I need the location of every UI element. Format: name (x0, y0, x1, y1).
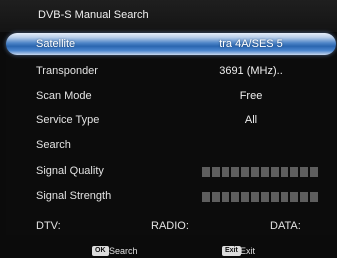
scan-mode-value[interactable]: Free (181, 90, 321, 102)
menu-header: DVB-S Manual Search (0, 0, 337, 32)
transponder-label: Transponder (36, 65, 98, 77)
satellite-label: Satellite (36, 38, 76, 50)
ok-key-icon: OK (92, 246, 109, 256)
signal-quality-label: Signal Quality (36, 165, 104, 177)
service-type-value[interactable]: All (181, 114, 321, 126)
scan-mode-row[interactable]: Scan Mode Free (6, 85, 336, 107)
settings-panel: Satellite tra 4A/SES 5 Transponder 3691 … (6, 33, 336, 235)
transponder-row[interactable]: Transponder 3691 (MHz).. (6, 60, 336, 82)
footer-hints: OK Search Exit Exit (0, 243, 337, 258)
ok-search-hint[interactable]: Search (109, 246, 138, 256)
satellite-value[interactable]: tra 4A/SES 5 (181, 38, 321, 50)
scan-mode-label: Scan Mode (36, 90, 92, 102)
exit-key-icon: Exit (222, 246, 241, 256)
signal-strength-row: Signal Strength (6, 185, 336, 207)
signal-quality-meter (202, 167, 318, 177)
dtv-count: DTV: (36, 220, 61, 232)
radio-count: RADIO: (151, 220, 189, 232)
signal-strength-meter (202, 192, 318, 202)
search-row[interactable]: Search (6, 134, 336, 156)
search-label[interactable]: Search (36, 139, 71, 151)
page-title: DVB-S Manual Search (38, 9, 149, 21)
satellite-row[interactable]: Satellite tra 4A/SES 5 (6, 33, 336, 55)
service-type-label: Service Type (36, 114, 100, 126)
signal-strength-label: Signal Strength (36, 190, 112, 202)
channel-counts: DTV: RADIO: DATA: (6, 218, 336, 236)
service-type-row[interactable]: Service Type All (6, 109, 336, 131)
data-count: DATA: (270, 220, 301, 232)
transponder-value[interactable]: 3691 (MHz).. (181, 65, 321, 77)
exit-hint[interactable]: Exit (240, 246, 255, 256)
signal-quality-row: Signal Quality (6, 160, 336, 182)
